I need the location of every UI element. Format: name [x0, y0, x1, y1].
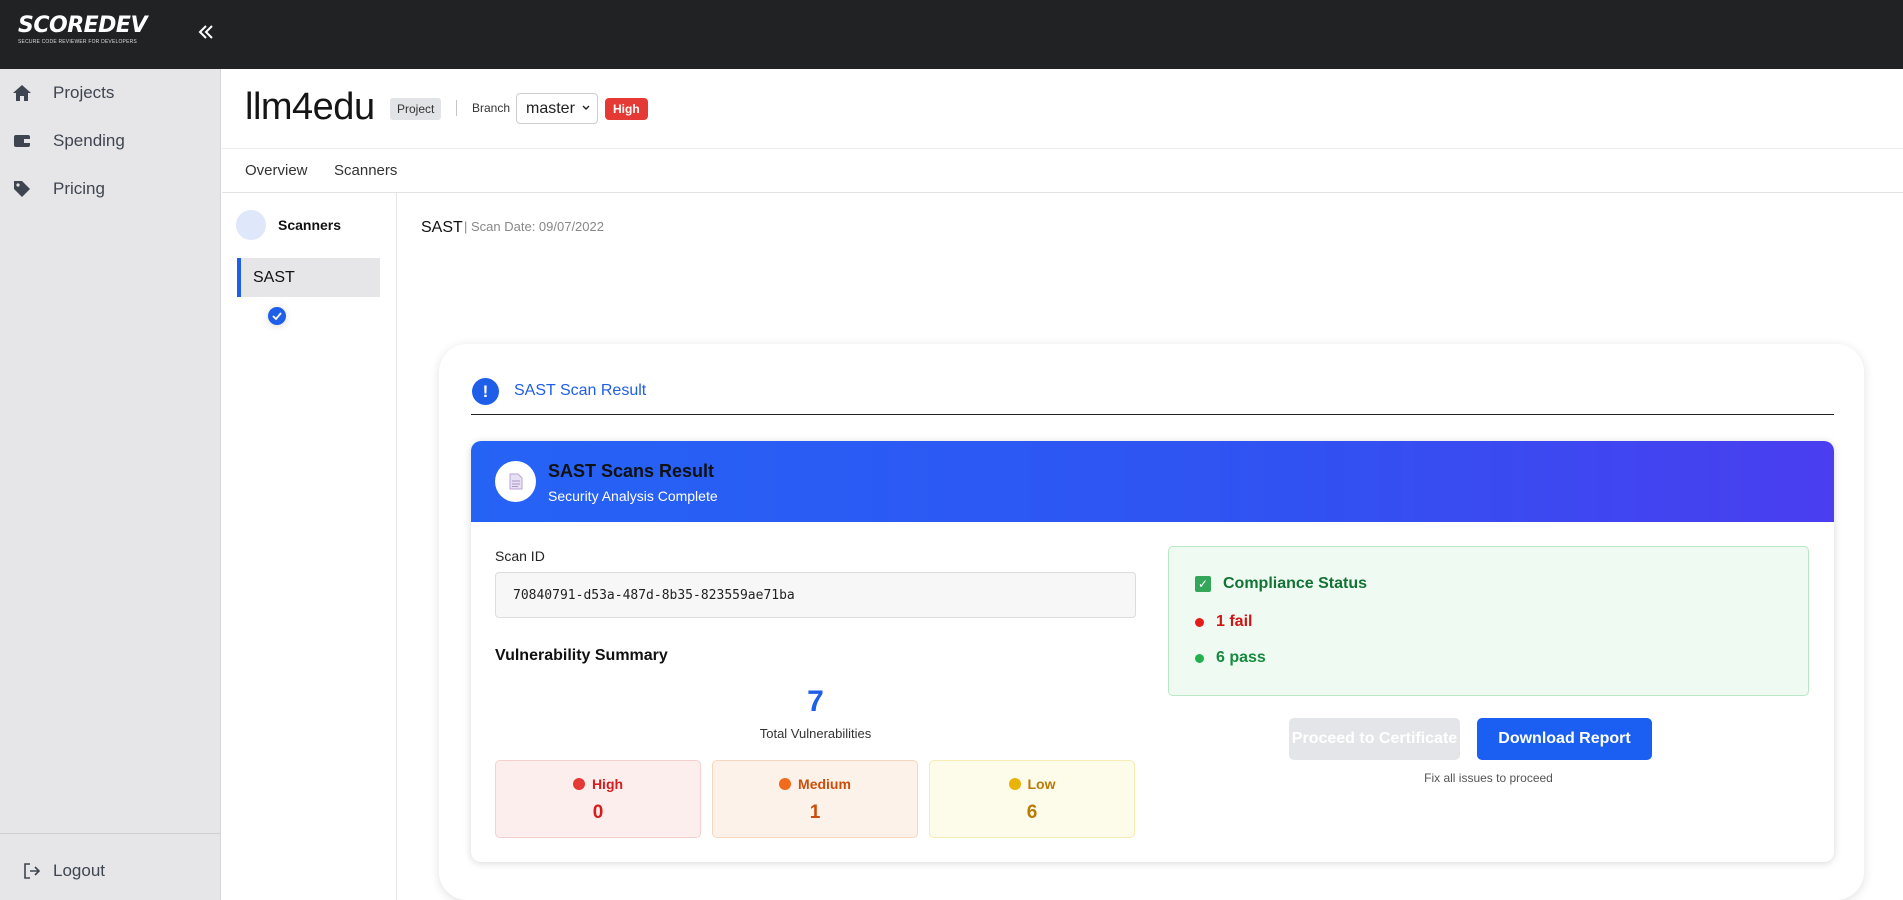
branch-select[interactable]: master	[516, 93, 598, 124]
checkbox-checked-icon: ✓	[1195, 576, 1211, 592]
severity-card-high: High 0	[495, 760, 701, 838]
scan-id-label: Scan ID	[495, 548, 545, 564]
severity-badge: High	[605, 98, 648, 120]
scan-id-field[interactable]: 70840791-d53a-487d-8b35-823559ae71ba	[495, 572, 1136, 618]
branch-value: master	[526, 99, 575, 117]
result-banner: SAST Scans Result Security Analysis Comp…	[471, 441, 1834, 522]
severity-count: 0	[592, 802, 604, 823]
severity-count: 1	[809, 802, 821, 823]
severity-count: 6	[1026, 802, 1038, 823]
proceed-to-certificate-button[interactable]: Proceed to Certificate	[1289, 718, 1460, 760]
top-bar: SCOREDEV SECURE CODE REVIEWER FOR DEVELO…	[0, 0, 1903, 69]
scan-date: | Scan Date: 09/07/2022	[464, 219, 604, 234]
download-report-button[interactable]: Download Report	[1477, 718, 1652, 760]
banner-subtitle: Security Analysis Complete	[548, 488, 718, 504]
compliance-pass-text: 6 pass	[1216, 649, 1266, 666]
project-header: llm4edu Project Branch master High	[222, 69, 1903, 149]
logo-tagline: SECURE CODE REVIEWER FOR DEVELOPERS	[18, 39, 137, 45]
tab-scanners[interactable]: Scanners	[334, 162, 397, 179]
sidebar-item-label: Projects	[53, 83, 115, 102]
project-badge: Project	[390, 98, 442, 120]
card-title: SAST Scan Result	[514, 382, 647, 399]
severity-card-low: Low 6	[929, 760, 1135, 838]
wallet-icon	[12, 131, 32, 151]
fail-dot-icon	[1195, 617, 1204, 627]
chevron-down-icon	[582, 103, 590, 114]
card-divider	[471, 414, 1834, 415]
vulnerability-summary-title: Vulnerability Summary	[495, 647, 668, 664]
scanners-heading: Scanners	[236, 210, 342, 325]
low-dot-icon	[1008, 778, 1021, 790]
check-circle-icon	[236, 210, 286, 325]
banner-title: SAST Scans Result	[548, 461, 715, 481]
tab-overview[interactable]: Overview	[245, 162, 308, 179]
sidebar-item-label: Pricing	[53, 179, 105, 198]
app-logo[interactable]: SCOREDEV SECURE CODE REVIEWER FOR DEVELO…	[18, 13, 147, 46]
logo-text: SCOREDEV	[18, 13, 147, 38]
total-vulnerabilities-label: Total Vulnerabilities	[759, 726, 872, 741]
tab-bar: Overview Scanners	[222, 149, 1903, 193]
total-vulnerabilities-count: 7	[807, 685, 824, 718]
compliance-status-box: ✓ Compliance Status 1 fail 6 pass	[1168, 546, 1809, 696]
scanner-title: SAST	[421, 219, 463, 236]
tag-icon	[12, 179, 32, 199]
sidebar-item-label: Spending	[53, 131, 125, 150]
collapse-sidebar-icon[interactable]	[196, 20, 220, 48]
scan-summary-panel: SAST Scans Result Security Analysis Comp…	[471, 441, 1834, 862]
severity-card-medium: Medium 1	[712, 760, 918, 838]
sidebar-item-pricing[interactable]: Pricing	[0, 169, 221, 209]
compliance-title: Compliance Status	[1223, 575, 1368, 592]
severity-name: Low	[1027, 776, 1056, 792]
scanners-panel: Scanners SAST	[222, 193, 397, 900]
severity-name: Medium	[798, 776, 851, 792]
logout-button[interactable]: Logout	[0, 851, 221, 891]
high-dot-icon	[572, 778, 585, 790]
scan-result-card: ! SAST Scan Result SAST Scans Result Sec…	[439, 344, 1864, 900]
header-divider	[456, 100, 457, 116]
logout-icon	[22, 861, 42, 881]
sidebar: Projects Spending Pricing Logout	[0, 69, 221, 900]
scanner-item-sast[interactable]: SAST	[237, 258, 380, 297]
home-icon	[12, 83, 32, 103]
logout-label: Logout	[53, 861, 105, 880]
sidebar-item-projects[interactable]: Projects	[0, 73, 221, 113]
compliance-fail-text: 1 fail	[1216, 613, 1253, 630]
branch-label: Branch	[472, 101, 511, 115]
scanners-heading-label: Scanners	[278, 217, 342, 233]
pass-dot-icon	[1195, 653, 1204, 663]
compliance-fail-line: 1 fail	[1195, 613, 1252, 631]
sidebar-item-spending[interactable]: Spending	[0, 121, 221, 161]
page-title: llm4edu	[245, 86, 375, 128]
exclamation-icon: !	[472, 378, 499, 405]
fix-issues-note: Fix all issues to proceed	[1424, 771, 1553, 785]
compliance-pass-line: 6 pass	[1195, 649, 1266, 667]
sidebar-divider	[0, 833, 221, 834]
severity-name: High	[591, 776, 624, 792]
document-icon	[495, 461, 536, 502]
medium-dot-icon	[779, 778, 792, 790]
